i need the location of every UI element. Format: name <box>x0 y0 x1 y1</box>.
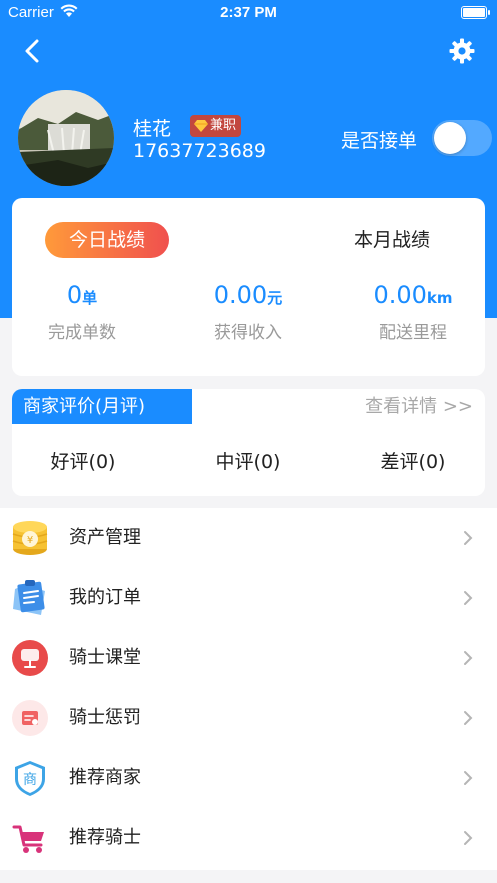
penalty-icon <box>12 700 48 736</box>
review-neutral: 中评(0) <box>215 451 281 473</box>
menu-item-label: 骑士课堂 <box>69 647 141 668</box>
status-bar: Carrier 2:37 PM <box>0 0 497 26</box>
classroom-icon <box>12 640 48 676</box>
stat-income: 0.00元 获得收入 <box>173 278 323 343</box>
stat-unit: km <box>426 289 453 307</box>
menu-item-assets[interactable]: ¥ 资产管理 <box>0 508 497 568</box>
menu-item-penalty[interactable]: 骑士惩罚 <box>0 688 497 748</box>
review-title: 商家评价(月评) <box>12 389 192 424</box>
menu-item-recommend-merchant[interactable]: 商 推荐商家 <box>0 748 497 808</box>
user-name: 桂花 <box>133 118 172 140</box>
menu-list: ¥ 资产管理 我的订单 骑士课堂 骑士惩罚 商 推荐商家 推荐骑士 <box>0 508 497 870</box>
menu-item-label: 资产管理 <box>69 527 141 548</box>
battery-icon <box>461 6 490 19</box>
accept-orders-label: 是否接单 <box>341 130 418 152</box>
menu-item-label: 推荐骑士 <box>69 827 141 848</box>
svg-text:商: 商 <box>23 772 37 788</box>
stat-value: 0.00元 <box>213 281 283 309</box>
user-phone: 17637723689 <box>133 140 266 162</box>
chevron-right-icon <box>464 531 473 545</box>
coin-stack-icon: ¥ <box>12 521 48 555</box>
menu-item-classroom[interactable]: 骑士课堂 <box>0 628 497 688</box>
chevron-right-icon <box>464 711 473 725</box>
stat-unit: 单 <box>82 289 98 307</box>
review-good: 好评(0) <box>50 451 116 473</box>
badge-label: 兼职 <box>210 118 237 133</box>
settings-button[interactable] <box>449 38 475 64</box>
review-bad: 差评(0) <box>380 451 446 473</box>
svg-text:¥: ¥ <box>27 535 33 546</box>
stat-value: 0.00km <box>373 281 453 309</box>
toggle-knob <box>434 122 466 154</box>
menu-item-recommend-rider[interactable]: 推荐骑士 <box>0 808 497 868</box>
cart-icon <box>12 825 44 853</box>
gear-icon <box>449 38 475 64</box>
stat-value: 0单 <box>66 281 98 309</box>
chevron-right-icon <box>464 651 473 665</box>
chevron-right-icon <box>464 591 473 605</box>
chevron-left-icon <box>25 39 39 63</box>
merchant-shield-icon: 商 <box>15 761 45 796</box>
part-time-badge: 兼职 <box>190 115 242 137</box>
review-details-link[interactable]: 查看详情 >> <box>365 389 473 424</box>
stats-card: 今日战绩 本月战绩 0单 完成单数 0.00元 获得收入 0.00km 配送里程 <box>12 198 485 376</box>
tab-today[interactable]: 今日战绩 <box>45 222 169 258</box>
stat-distance: 0.00km 配送里程 <box>338 278 488 343</box>
avatar[interactable] <box>18 90 114 186</box>
menu-item-orders[interactable]: 我的订单 <box>0 568 497 628</box>
stat-unit: 元 <box>267 289 283 307</box>
menu-item-label: 骑士惩罚 <box>69 707 141 728</box>
stat-label: 完成单数 <box>48 323 116 343</box>
status-time: 2:37 PM <box>220 4 277 21</box>
accept-orders-toggle[interactable] <box>432 120 492 156</box>
menu-item-label: 推荐商家 <box>69 767 141 788</box>
menu-item-label: 我的订单 <box>69 587 141 608</box>
stat-label: 配送里程 <box>379 323 447 343</box>
merchant-review-card: 商家评价(月评) 查看详情 >> 好评(0) 中评(0) 差评(0) <box>12 389 485 496</box>
stat-completed-orders: 0单 完成单数 <box>7 278 157 343</box>
order-list-icon <box>13 580 45 615</box>
chevron-right-icon <box>464 771 473 785</box>
chevron-right-icon <box>464 831 473 845</box>
diamond-icon <box>194 120 208 132</box>
back-button[interactable] <box>18 36 48 66</box>
stat-label: 获得收入 <box>214 323 282 343</box>
tab-month[interactable]: 本月战绩 <box>328 222 456 258</box>
